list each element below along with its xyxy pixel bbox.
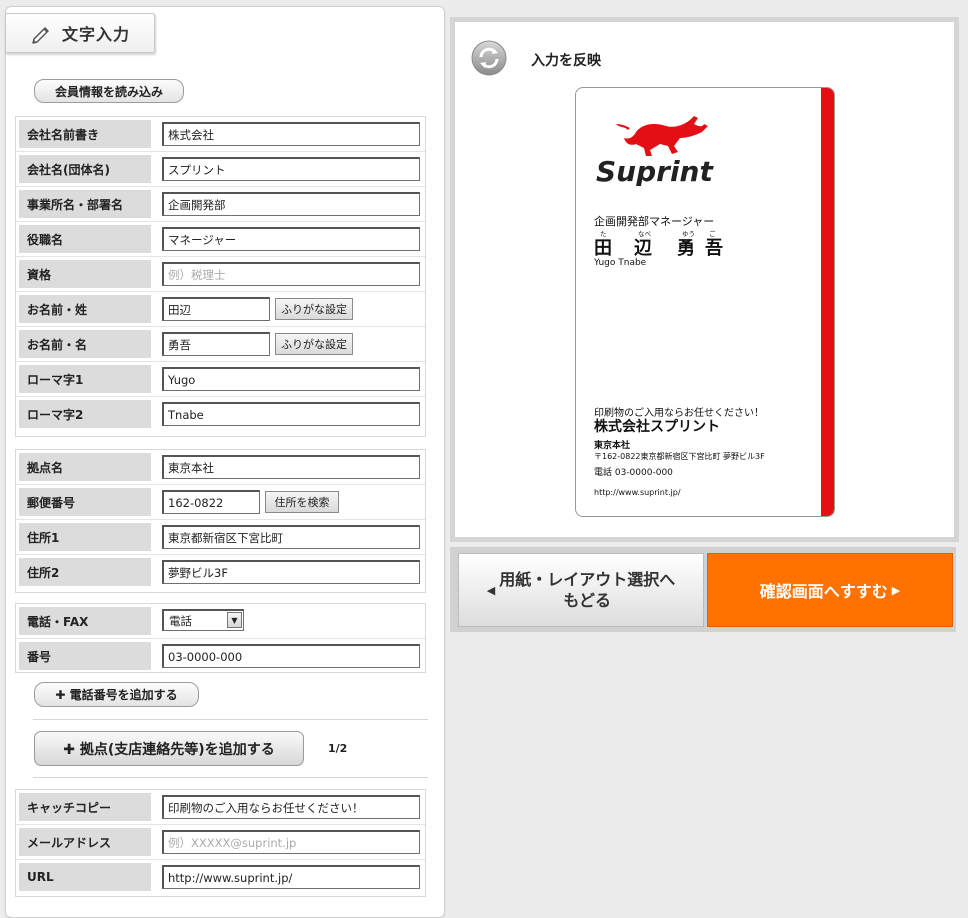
form-row: 会社名(団体名) xyxy=(16,152,425,187)
catch-copy-input[interactable] xyxy=(162,795,420,819)
field-label: URL xyxy=(19,863,151,891)
panel-title: 文字入力 xyxy=(62,25,131,44)
form-row: URL xyxy=(16,860,425,895)
form-row: 郵便番号 住所を検索 xyxy=(16,485,425,520)
form-row: メールアドレス xyxy=(16,825,425,860)
first-name-furigana-button[interactable]: ふりがな設定 xyxy=(275,333,353,355)
logo-text: Suprint xyxy=(596,155,714,186)
back-label-line1: 用紙・レイアウト選択へ xyxy=(499,570,676,589)
department-input[interactable] xyxy=(162,192,420,216)
url-input[interactable] xyxy=(162,865,420,889)
qualification-input[interactable] xyxy=(162,262,420,286)
office-block: 拠点名 郵便番号 住所を検索 住所1 住所2 xyxy=(15,449,426,593)
form-row: お名前・名 ふりがな設定 xyxy=(16,327,425,362)
email-input[interactable] xyxy=(162,830,420,854)
field-label: ローマ字2 xyxy=(19,400,151,428)
form-row: 住所1 xyxy=(16,520,425,555)
office-name-input[interactable] xyxy=(162,455,420,479)
add-phone-button[interactable]: ✚ 電話番号を追加する xyxy=(34,682,199,707)
dropdown-arrow-icon: ▼ xyxy=(227,612,242,628)
form-row: キャッチコピー xyxy=(16,790,425,825)
card-tel: 電話 03-0000-000 xyxy=(594,468,673,478)
office-page-count: 1/2 xyxy=(328,742,348,755)
field-label: 役職名 xyxy=(19,225,151,253)
form-row: 拠点名 xyxy=(16,450,425,485)
back-arrow-icon: ◀ xyxy=(486,583,496,597)
card-office: 東京本社 xyxy=(594,441,631,451)
card-roman-name: Yugo Tnabe xyxy=(594,258,647,268)
phone-block: 電話・FAX 電話 ▼ 番号 xyxy=(15,603,426,673)
card-name-char: 辺 xyxy=(634,238,652,259)
field-label: 番号 xyxy=(19,642,151,670)
business-card-preview: Suprint 企画開発部マネージャー た なべ ゆう ご 田 辺 勇 吾 Yu… xyxy=(575,87,835,517)
form-row: 事業所名・部署名 xyxy=(16,187,425,222)
phone-number-input[interactable] xyxy=(162,644,420,668)
suprint-logo: Suprint xyxy=(596,116,714,186)
romaji2-input[interactable] xyxy=(162,402,420,426)
card-name-char: 田 xyxy=(594,238,612,259)
load-member-button[interactable]: 会員情報を読み込み xyxy=(34,79,184,103)
next-label: 確認画面へすすむ xyxy=(759,582,888,601)
last-name-furigana-button[interactable]: ふりがな設定 xyxy=(275,298,353,320)
address2-input[interactable] xyxy=(162,560,420,584)
field-label: 電話・FAX xyxy=(19,607,151,635)
phone-type-value: 電話 xyxy=(169,613,192,628)
basic-info-block: 会社名前書き 会社名(団体名) 事業所名・部署名 役職名 資格 お名前・姓 ふり… xyxy=(15,116,426,437)
form-row: 電話・FAX 電話 ▼ xyxy=(16,604,425,639)
pencil-icon xyxy=(32,27,49,44)
next-arrow-icon: ▶ xyxy=(891,583,901,597)
form-row: ローマ字2 xyxy=(16,397,425,432)
form-row: 住所2 xyxy=(16,555,425,590)
proceed-confirm-button[interactable]: 確認画面へすすむ ▶ xyxy=(707,553,953,627)
card-address: 〒162-0822東京都新宿区下宮比町 夢野ビル3F xyxy=(594,452,765,461)
field-label: ローマ字1 xyxy=(19,365,151,393)
romaji1-input[interactable] xyxy=(162,367,420,391)
card-name-char: 勇 xyxy=(677,238,695,259)
field-label: キャッチコピー xyxy=(19,793,151,821)
address-search-button[interactable]: 住所を検索 xyxy=(265,491,339,513)
card-company: 株式会社スプリント xyxy=(594,419,720,435)
field-label: 会社名(団体名) xyxy=(19,155,151,183)
form-row: お名前・姓 ふりがな設定 xyxy=(16,292,425,327)
field-label: お名前・姓 xyxy=(19,295,151,323)
field-label: 事業所名・部署名 xyxy=(19,190,151,218)
field-label: 住所1 xyxy=(19,523,151,551)
back-label-line2: もどる xyxy=(563,591,612,610)
field-label: 郵便番号 xyxy=(19,488,151,516)
card-name-char: 吾 xyxy=(705,238,723,259)
field-label: 拠点名 xyxy=(19,453,151,481)
add-office-button[interactable]: ✚ 拠点(支店連絡先等)を追加する xyxy=(34,731,304,766)
reflect-input-label[interactable]: 入力を反映 xyxy=(531,50,601,70)
back-to-layout-button[interactable]: ◀ 用紙・レイアウト選択へ もどる xyxy=(458,553,704,627)
field-label: 会社名前書き xyxy=(19,120,151,148)
address1-input[interactable] xyxy=(162,525,420,549)
first-name-input[interactable] xyxy=(162,332,270,356)
form-row: ローマ字1 xyxy=(16,362,425,397)
refresh-icon[interactable] xyxy=(471,40,507,76)
phone-type-select[interactable]: 電話 ▼ xyxy=(162,609,244,631)
field-label: お名前・名 xyxy=(19,330,151,358)
field-label: 住所2 xyxy=(19,558,151,586)
divider xyxy=(33,719,428,720)
field-label: メールアドレス xyxy=(19,828,151,856)
card-red-stripe xyxy=(821,88,834,516)
form-row: 資格 xyxy=(16,257,425,292)
postal-code-input[interactable] xyxy=(162,490,260,514)
card-preview-panel: 入力を反映 Suprint 企画開発部マネージャー た なべ ゆう ご 田 辺 … xyxy=(450,17,959,542)
company-prefix-input[interactable] xyxy=(162,122,420,146)
form-row: 番号 xyxy=(16,639,425,674)
form-row: 役職名 xyxy=(16,222,425,257)
panel-title-tab: 文字入力 xyxy=(5,13,155,53)
form-row: 会社名前書き xyxy=(16,117,425,152)
company-name-input[interactable] xyxy=(162,157,420,181)
card-url: http://www.suprint.jp/ xyxy=(594,488,681,497)
divider xyxy=(33,777,428,778)
field-label: 資格 xyxy=(19,260,151,288)
last-name-input[interactable] xyxy=(162,297,270,321)
job-title-input[interactable] xyxy=(162,227,420,251)
card-dept-title: 企画開発部マネージャー xyxy=(594,215,715,228)
extra-info-block: キャッチコピー メールアドレス URL xyxy=(15,789,426,897)
